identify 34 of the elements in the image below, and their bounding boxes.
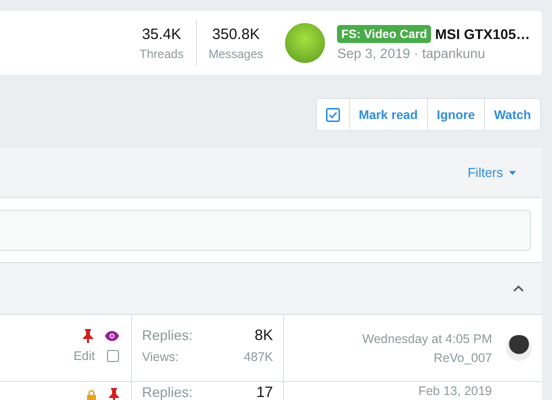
action-button[interactable]: Watch xyxy=(484,99,540,130)
pin-icon xyxy=(109,388,119,400)
collapse-button[interactable] xyxy=(513,285,524,292)
replies-count: 17 xyxy=(256,384,273,400)
stat-value: 350.8K xyxy=(212,26,260,42)
pin-icon xyxy=(83,329,93,343)
replies-count: 8K xyxy=(254,327,273,344)
eye-icon xyxy=(105,331,119,341)
lock-icon xyxy=(86,388,97,400)
chevron-icon xyxy=(513,285,524,292)
action-button[interactable]: Ignore xyxy=(426,99,484,130)
views-label: Views: xyxy=(142,350,179,364)
replies-label: Replies: xyxy=(142,327,193,343)
stat-label: Threads xyxy=(140,46,184,60)
views-count: 487K xyxy=(244,350,273,364)
thread-row[interactable]: Replies: 17 Feb 13, 2019 xyxy=(0,382,542,400)
caret-icon xyxy=(509,170,516,174)
latest-thread-meta: Sep 3, 2019 · tapankunu xyxy=(337,46,486,61)
replies-label: Replies: xyxy=(142,384,193,400)
latest-thread-title[interactable]: MSI GTX105… xyxy=(435,26,530,42)
avatar[interactable] xyxy=(506,335,532,361)
stat-value: 35.4K xyxy=(142,26,182,42)
prefix-badge: FS: Video Card xyxy=(337,25,432,43)
last-post-date[interactable]: Wednesday at 4:05 PM xyxy=(362,332,492,346)
filters-button[interactable]: Filters xyxy=(462,164,522,181)
stat-label: Messages xyxy=(208,46,264,60)
thread-checkbox[interactable] xyxy=(107,350,119,362)
thread-row[interactable]: Edit Replies: 8K Views: 487K Wednesday at 4:05 PM ReVo_007 xyxy=(0,315,542,382)
last-poster-name[interactable]: ReVo_007 xyxy=(434,350,492,364)
edit-link[interactable]: Edit xyxy=(73,349,95,363)
checkbox-icon xyxy=(326,108,340,122)
last-post-date[interactable]: Feb 13, 2019 xyxy=(418,384,492,398)
search-field[interactable] xyxy=(0,210,531,251)
action-button[interactable]: Mark read xyxy=(348,99,427,130)
